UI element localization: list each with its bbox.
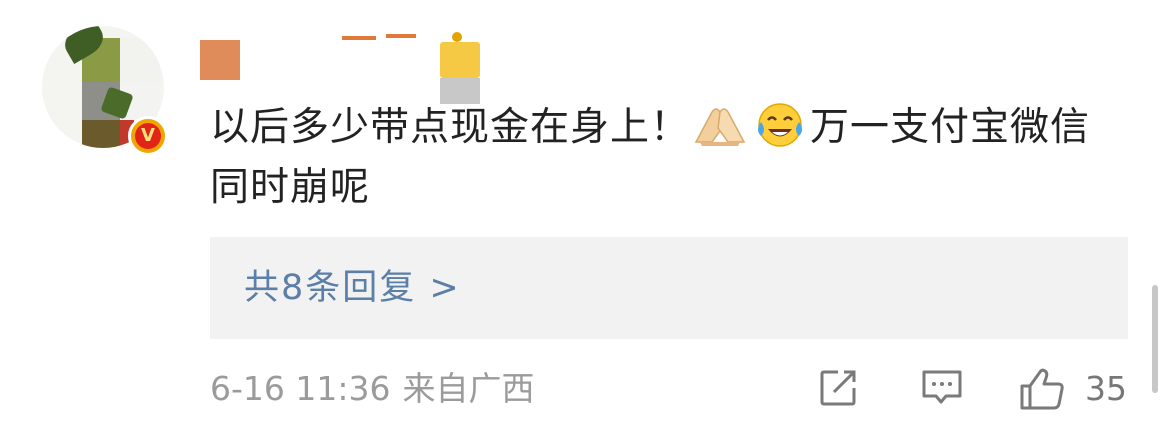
replies-box[interactable]: 共8条回复 > (210, 237, 1128, 339)
comment-date: 6-16 11:36 (210, 369, 391, 408)
share-button[interactable] (818, 366, 862, 412)
verified-badge: V (128, 116, 168, 156)
comment-button[interactable] (920, 366, 964, 412)
comment-text-part1: 以后多少带点现金在身上！ (210, 105, 691, 150)
scrollbar[interactable] (1152, 285, 1158, 393)
folded-hands-emoji-icon (692, 102, 748, 148)
view-replies-link[interactable]: 共8条回复 > (244, 265, 461, 311)
thumbs-up-icon (1020, 368, 1064, 410)
laughing-crying-emoji-icon (752, 102, 808, 148)
verified-v-icon: V (135, 123, 161, 149)
username-obscured[interactable] (200, 30, 490, 104)
like-count: 35 (1085, 369, 1127, 408)
like-button[interactable] (1018, 366, 1068, 416)
comment-meta: 6-16 11:36 来自广西 (210, 366, 535, 412)
comment-icon (922, 370, 962, 404)
comment-text: 以后多少带点现金在身上！ 万一支付宝微信同时崩呢 (210, 98, 1130, 218)
share-icon (820, 370, 856, 406)
comment-location: 来自广西 (402, 369, 535, 408)
